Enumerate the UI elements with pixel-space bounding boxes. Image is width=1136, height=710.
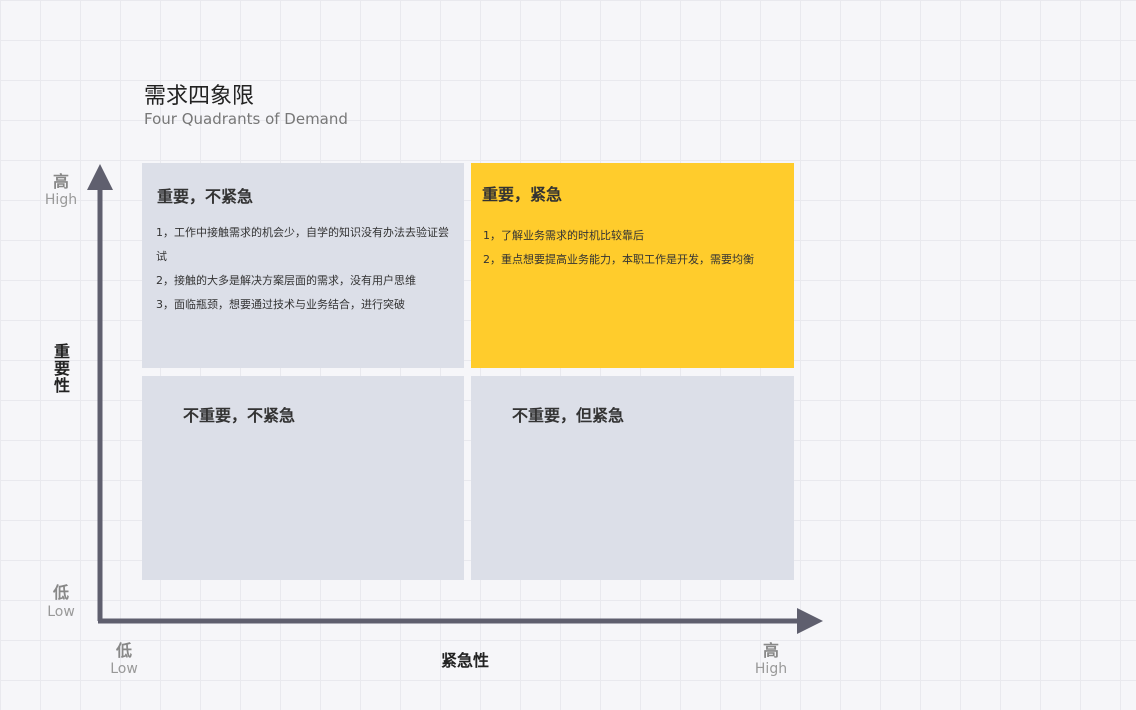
x-axis-name: 紧急性 (440, 651, 489, 670)
quadrant-heading: 重要，不紧急 (157, 187, 254, 206)
x-axis-arrow (797, 608, 823, 634)
y-axis-low-label: 低 (52, 583, 69, 602)
x-axis-high-label: 高 (762, 641, 779, 660)
quadrant-item-list: 1，了解业务需求的时机比较靠后 2，重点想要提高业务能力，本职工作是开发，需要均… (483, 224, 793, 272)
list-item: 2，接触的大多是解决方案层面的需求，没有用户思维 (156, 274, 416, 287)
list-item: 1，工作中接触需求的机会少，自学的知识没有办法去验证尝试 (156, 226, 449, 263)
quadrant-not-important-not-urgent: 不重要，不紧急 (142, 376, 464, 580)
list-item: 1，了解业务需求的时机比较靠后 (483, 229, 644, 242)
quadrant-heading: 不重要，不紧急 (183, 406, 296, 425)
quadrant-not-important-urgent: 不重要，但紧急 (471, 376, 794, 580)
y-axis-name: 重要性 (51, 343, 70, 394)
y-axis-high-sub: High (44, 192, 78, 208)
x-axis-high-sub: High (754, 661, 788, 677)
quadrant-item-list: 1，工作中接触需求的机会少，自学的知识没有办法去验证尝试 2，接触的大多是解决方… (156, 221, 456, 317)
quadrant-heading: 重要，紧急 (482, 185, 563, 204)
list-item: 2，重点想要提高业务能力，本职工作是开发，需要均衡 (483, 253, 754, 266)
y-axis-high-label: 高 (52, 172, 69, 191)
y-axis-arrow (87, 164, 113, 190)
quadrant-heading: 不重要，但紧急 (512, 406, 625, 425)
list-item: 3，面临瓶颈，想要通过技术与业务结合，进行突破 (156, 298, 405, 311)
quadrant-important-not-urgent: 重要，不紧急 1，工作中接触需求的机会少，自学的知识没有办法去验证尝试 2，接触… (142, 163, 464, 368)
quadrant-important-urgent: 重要，紧急 1，了解业务需求的时机比较靠后 2，重点想要提高业务能力，本职工作是… (471, 163, 794, 368)
y-axis-low-sub: Low (47, 604, 75, 620)
x-axis-low-label: 低 (115, 641, 132, 660)
x-axis-low-sub: Low (110, 661, 138, 677)
